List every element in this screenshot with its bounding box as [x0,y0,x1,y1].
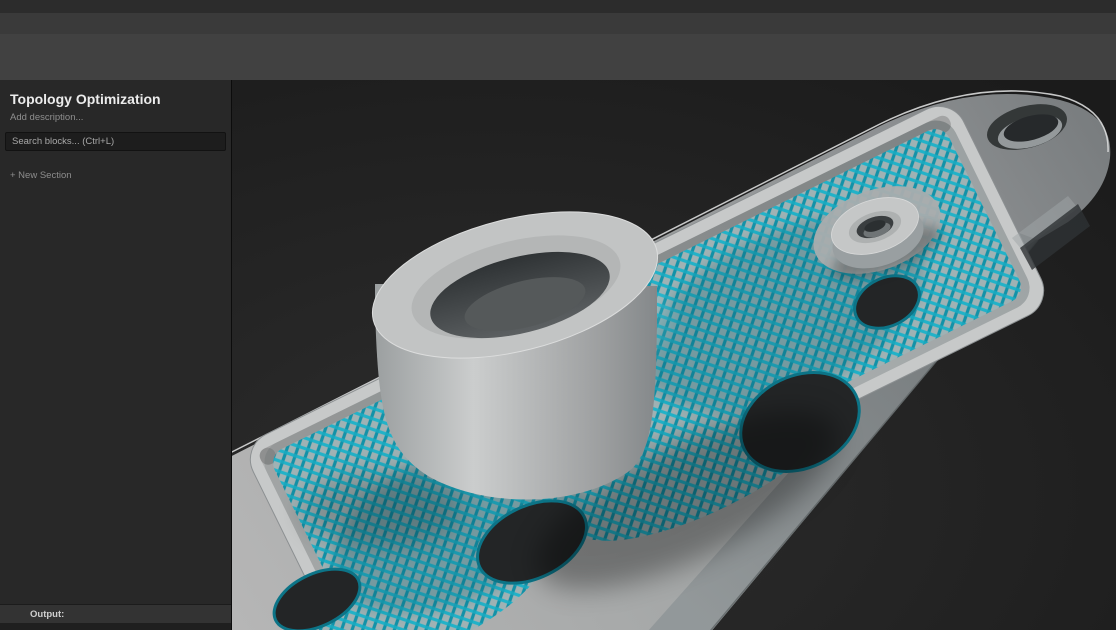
search-bar [5,132,226,151]
notebook-panel: Topology Optimization Add description...… [0,80,232,630]
ribbon-tabbar [0,13,1116,34]
menubar [0,0,1116,13]
bracket-lattice-model [232,80,1116,630]
output-label: Output: [30,609,64,620]
search-input[interactable] [10,135,221,148]
new-section-button[interactable]: + New Section [0,161,231,190]
viewport-3d[interactable] [232,80,1116,630]
panel-bottom-strip [0,623,231,630]
output-bar[interactable]: Output: [0,604,231,623]
notebook-description[interactable]: Add description... [0,108,231,132]
notebook-title[interactable]: Topology Optimization [0,80,231,108]
gear-icon [9,607,24,622]
ribbon-toolbar [0,34,1116,81]
